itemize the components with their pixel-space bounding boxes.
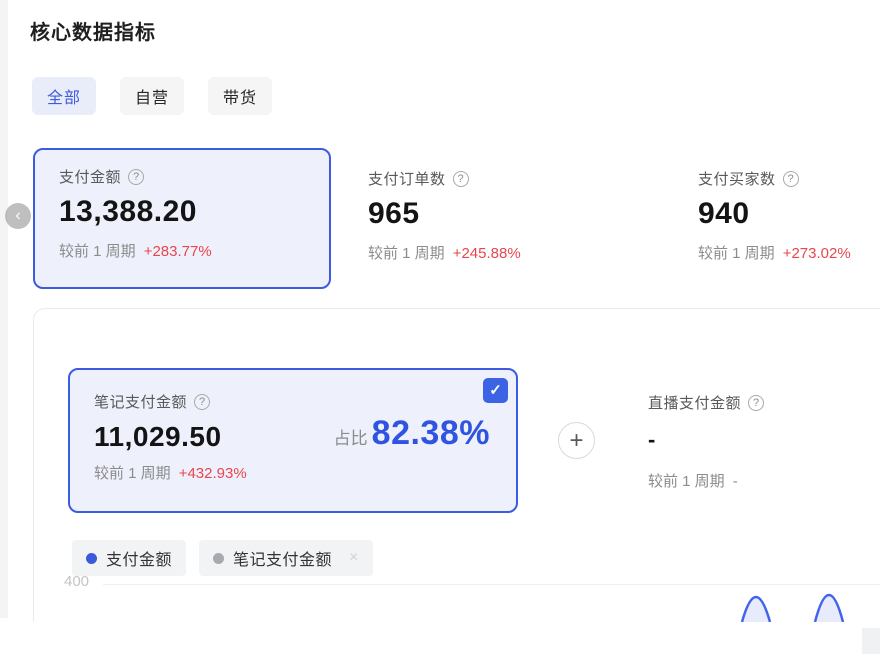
ratio-value: 82.38% bbox=[372, 414, 490, 453]
legend-label: 支付金额 bbox=[106, 546, 172, 570]
metric-label-row: 支付买家数 ? bbox=[698, 168, 880, 189]
help-icon[interactable]: ? bbox=[783, 171, 799, 187]
metric-compare-row: 较前 1 周期 +283.77% bbox=[59, 240, 305, 261]
ratio-block: 占比 82.38% bbox=[334, 414, 490, 453]
add-metric-button[interactable]: + bbox=[558, 422, 595, 459]
legend-pill-pay-amount[interactable]: 支付金额 bbox=[72, 540, 186, 576]
metric-label-row: 支付金额 ? bbox=[59, 166, 305, 187]
chart-gridline bbox=[103, 584, 880, 585]
metric-label: 支付金额 bbox=[59, 166, 121, 187]
y-axis-tick: 400 bbox=[64, 573, 89, 590]
scope-tabs: 全部 自营 带货 bbox=[32, 77, 272, 115]
change-percent: +432.93% bbox=[179, 465, 247, 482]
compare-label: 较前 1 周期 bbox=[648, 470, 725, 491]
legend-dot-icon bbox=[213, 553, 224, 564]
page-title: 核心数据指标 bbox=[30, 16, 156, 45]
payment-line-chart bbox=[700, 588, 880, 622]
metric-label-row: 直播支付金额 ? bbox=[648, 392, 880, 413]
sub-card-live-pay-amount[interactable]: 直播支付金额 ? - 较前 1 周期 - bbox=[648, 392, 880, 491]
metric-label-row: 支付订单数 ? bbox=[368, 168, 668, 189]
plus-icon: + bbox=[569, 427, 583, 454]
metric-card-pay-amount[interactable]: 支付金额 ? 13,388.20 较前 1 周期 +283.77% bbox=[33, 148, 331, 289]
metric-compare-row: 较前 1 周期 +245.88% bbox=[368, 242, 668, 263]
core-metrics-dashboard: 核心数据指标 全部 自营 带货 ‹ 支付金额 ? 13,388.20 较前 1 … bbox=[0, 0, 880, 654]
legend-dot-icon bbox=[86, 553, 97, 564]
metric-value: - bbox=[648, 427, 880, 453]
metric-value: 940 bbox=[698, 197, 880, 231]
tab-affiliate[interactable]: 带货 bbox=[208, 77, 272, 115]
metric-label: 支付买家数 bbox=[698, 168, 776, 189]
help-icon[interactable]: ? bbox=[453, 171, 469, 187]
viewport-bottom-mask bbox=[0, 622, 880, 654]
change-percent: +245.88% bbox=[453, 245, 521, 262]
metric-label-row: 笔记支付金额 ? bbox=[94, 391, 492, 412]
help-icon[interactable]: ? bbox=[128, 169, 144, 185]
metric-label: 支付订单数 bbox=[368, 168, 446, 189]
compare-label: 较前 1 周期 bbox=[368, 242, 445, 263]
help-icon[interactable]: ? bbox=[748, 395, 764, 411]
tab-self-operated[interactable]: 自营 bbox=[120, 77, 184, 115]
legend-pill-note-pay-amount[interactable]: 笔记支付金额 × bbox=[199, 540, 373, 576]
change-percent: +273.02% bbox=[783, 245, 851, 262]
chevron-left-icon: ‹ bbox=[15, 207, 20, 224]
metric-value: 13,388.20 bbox=[59, 195, 305, 229]
ratio-label: 占比 bbox=[334, 424, 368, 449]
metric-compare-row: 较前 1 周期 +273.02% bbox=[698, 242, 880, 263]
compare-label: 较前 1 周期 bbox=[59, 240, 136, 261]
metric-compare-row: 较前 1 周期 - bbox=[648, 470, 880, 491]
metric-checkbox[interactable]: ✓ bbox=[483, 378, 508, 403]
tab-all[interactable]: 全部 bbox=[32, 77, 96, 115]
compare-label: 较前 1 周期 bbox=[698, 242, 775, 263]
metric-label: 直播支付金额 bbox=[648, 392, 741, 413]
change-percent: +283.77% bbox=[144, 243, 212, 260]
metric-card-pay-orders[interactable]: 支付订单数 ? 965 较前 1 周期 +245.88% bbox=[368, 150, 668, 263]
legend-label: 笔记支付金额 bbox=[233, 546, 332, 570]
close-icon[interactable]: × bbox=[349, 549, 359, 567]
page-left-edge bbox=[0, 0, 8, 618]
compare-label: 较前 1 周期 bbox=[94, 462, 171, 483]
change-percent: - bbox=[733, 473, 738, 490]
check-icon: ✓ bbox=[489, 382, 502, 399]
chart-legend: 支付金额 笔记支付金额 × bbox=[72, 540, 373, 576]
carousel-prev-button[interactable]: ‹ bbox=[5, 203, 31, 229]
metric-value: 965 bbox=[368, 197, 668, 231]
metric-label: 笔记支付金额 bbox=[94, 391, 187, 412]
scrollbar-thumb[interactable] bbox=[862, 628, 880, 654]
metric-compare-row: 较前 1 周期 +432.93% bbox=[94, 462, 492, 483]
help-icon[interactable]: ? bbox=[194, 394, 210, 410]
sub-card-note-pay-amount[interactable]: 笔记支付金额 ? 11,029.50 较前 1 周期 +432.93% 占比 8… bbox=[68, 368, 518, 513]
metric-card-pay-buyers[interactable]: 支付买家数 ? 940 较前 1 周期 +273.02% bbox=[698, 150, 880, 263]
